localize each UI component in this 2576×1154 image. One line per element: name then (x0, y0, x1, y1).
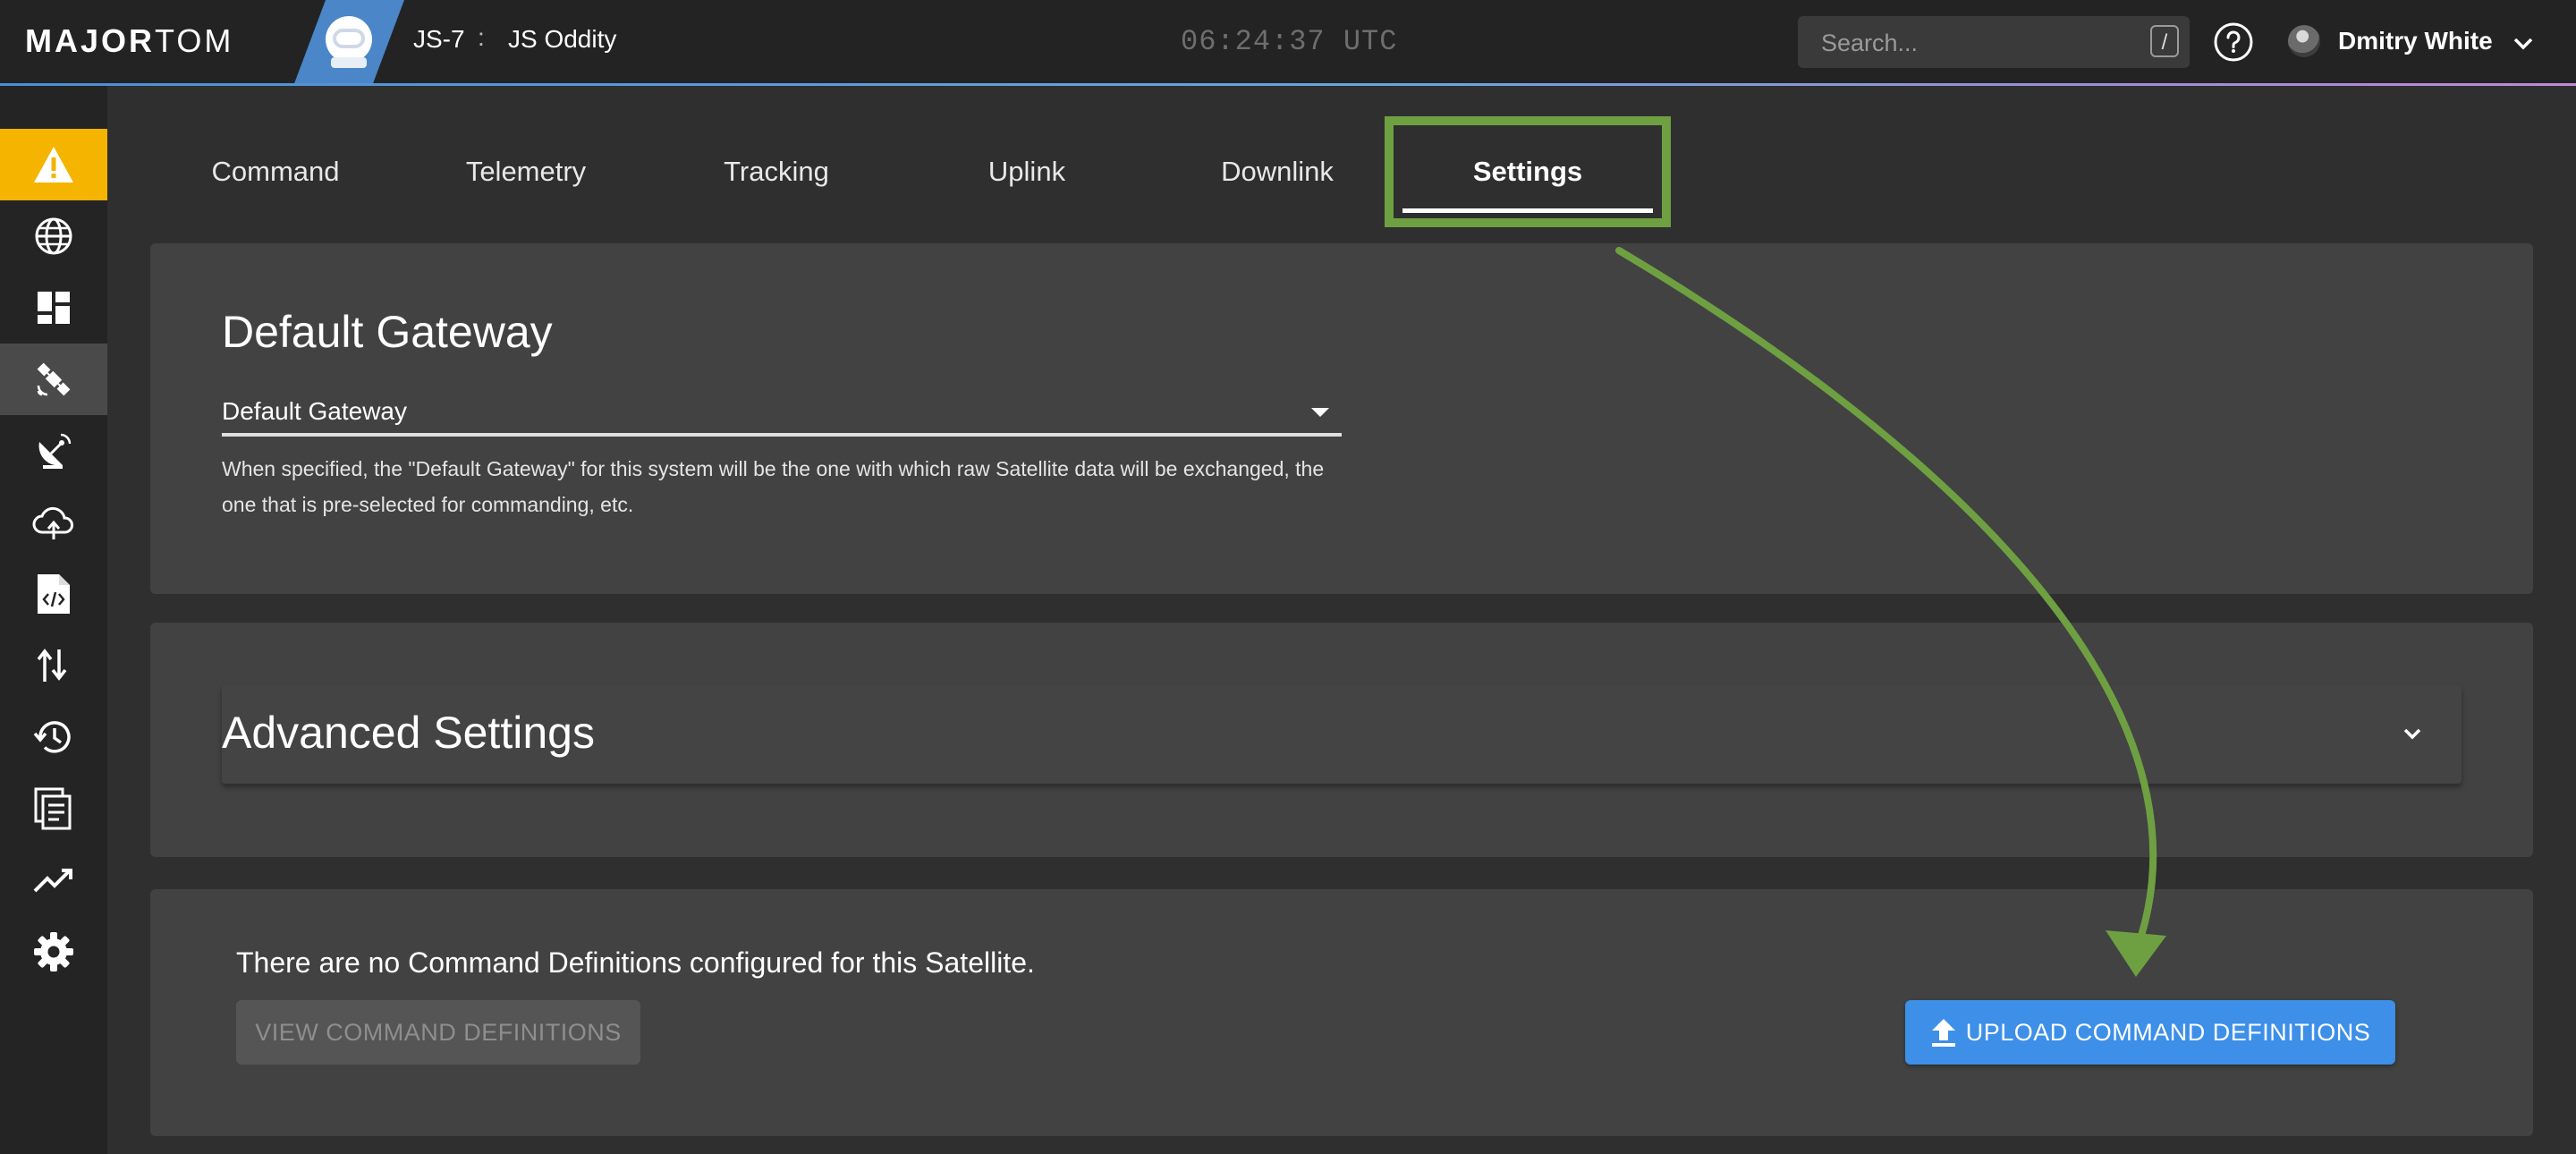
dropdown-caret-icon[interactable] (1309, 406, 1331, 419)
sidebar-item-transfers[interactable] (0, 630, 107, 701)
top-bar: MAJORTOM JS-7 : JS Oddity 06:24:37 UTC /… (0, 0, 2576, 86)
sidebar (0, 86, 107, 1154)
sidebar-item-analytics[interactable] (0, 844, 107, 916)
brand-logo-tom: TOM (155, 22, 234, 59)
settings-gear-icon (34, 932, 73, 972)
astronaut-helmet-icon (326, 16, 372, 68)
chevron-down-icon[interactable] (2510, 30, 2537, 62)
sidebar-item-satellite[interactable] (0, 344, 107, 415)
history-icon (33, 721, 71, 753)
search-shortcut-key: / (2150, 25, 2179, 57)
chevron-down-icon[interactable] (2399, 721, 2426, 748)
code-file-icon (38, 574, 70, 614)
annotation-highlight-box (1385, 116, 1671, 227)
tab-telemetry[interactable]: Telemetry (401, 134, 651, 209)
satellite-separator: : (478, 23, 485, 51)
sidebar-item-documents[interactable] (0, 773, 107, 844)
satellite-id[interactable]: JS-7 (413, 25, 465, 54)
search-box[interactable]: / (1798, 16, 2190, 70)
utc-clock: 06:24:37 UTC (1181, 25, 1398, 58)
upload-command-definitions-button[interactable]: UPLOAD COMMAND DEFINITIONS (1905, 1000, 2395, 1065)
trending-chart-icon (33, 869, 72, 893)
documents-icon (34, 787, 72, 830)
sidebar-item-alerts[interactable] (0, 129, 107, 200)
tab-tracking[interactable]: Tracking (651, 134, 902, 209)
advanced-settings-title: Advanced Settings (222, 708, 595, 758)
help-icon[interactable] (2213, 21, 2254, 67)
satellite-avatar[interactable] (293, 0, 404, 86)
cloud-sync-icon (32, 506, 73, 539)
sidebar-item-settings[interactable] (0, 916, 107, 988)
view-command-definitions-button[interactable]: VIEW COMMAND DEFINITIONS (236, 1000, 640, 1065)
sidebar-item-groundstation[interactable] (0, 415, 107, 487)
sidebar-item-globe[interactable] (0, 200, 107, 272)
dashboard-icon (38, 292, 70, 324)
sidebar-item-dashboard[interactable] (0, 272, 107, 344)
brand-logo[interactable]: MAJORTOM (25, 16, 233, 66)
search-input[interactable] (1819, 16, 2127, 70)
tab-uplink[interactable]: Uplink (902, 134, 1152, 209)
globe-icon (35, 217, 72, 255)
upload-command-definitions-label: UPLOAD COMMAND DEFINITIONS (1965, 1018, 2371, 1046)
user-name[interactable]: Dmitry White (2338, 27, 2493, 55)
sidebar-item-history[interactable] (0, 701, 107, 773)
satellite-icon (37, 362, 71, 396)
advanced-settings-card: Advanced Settings (150, 623, 2533, 857)
transfer-arrows-icon (37, 649, 67, 682)
warning-icon (34, 147, 73, 182)
tab-command[interactable]: Command (150, 134, 401, 209)
user-avatar[interactable] (2288, 25, 2320, 57)
default-gateway-select[interactable]: Default Gateway (222, 395, 1342, 437)
satellite-dish-icon (38, 433, 72, 469)
command-definitions-card: There are no Command Definitions configu… (150, 889, 2533, 1136)
tab-downlink[interactable]: Downlink (1152, 134, 1402, 209)
no-command-definitions-message: There are no Command Definitions configu… (236, 946, 1035, 979)
top-bar-accent-line (0, 83, 2576, 86)
default-gateway-select-label: Default Gateway (222, 397, 407, 425)
brand-logo-major: MAJOR (25, 22, 156, 59)
upload-icon (1931, 1019, 1955, 1047)
sidebar-item-scripts[interactable] (0, 558, 107, 630)
satellite-name[interactable]: JS Oddity (508, 25, 616, 54)
sidebar-item-cloud[interactable] (0, 487, 107, 558)
default-gateway-title: Default Gateway (222, 307, 553, 357)
advanced-settings-expander[interactable]: Advanced Settings (222, 685, 2462, 784)
default-gateway-card: Default Gateway Default Gateway When spe… (150, 243, 2533, 594)
default-gateway-helper-text: When specified, the "Default Gateway" fo… (222, 457, 1325, 516)
